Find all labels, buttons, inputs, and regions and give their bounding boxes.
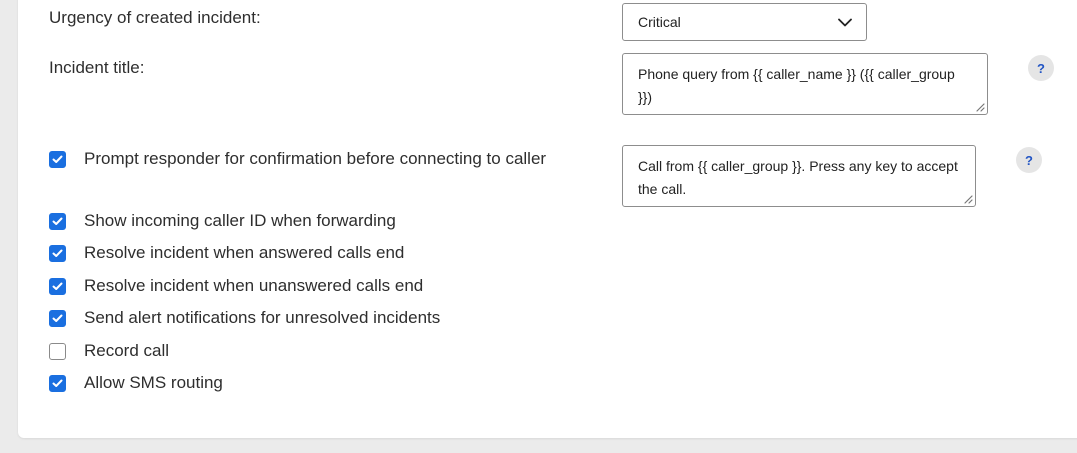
urgency-select-value: Critical <box>638 14 681 30</box>
incident-title-help-icon[interactable]: ? <box>1028 55 1054 81</box>
checkbox[interactable] <box>49 342 66 360</box>
checkbox-row-record-call[interactable]: Record call <box>49 341 169 361</box>
confirmation-message-text: Call from {{ caller_group }}. Press any … <box>638 158 958 197</box>
incident-title-input[interactable]: Phone query from {{ caller_name }} ({{ c… <box>622 53 988 115</box>
resize-grip-icon[interactable] <box>975 102 985 112</box>
checkbox[interactable] <box>49 150 66 168</box>
incident-title-text: Phone query from {{ caller_name }} ({{ c… <box>638 66 955 105</box>
checkbox-row-allow-sms[interactable]: Allow SMS routing <box>49 373 223 393</box>
checkbox-label: Show incoming caller ID when forwarding <box>84 211 396 230</box>
checkbox[interactable] <box>49 309 66 327</box>
urgency-label: Urgency of created incident: <box>49 8 261 27</box>
incident-title-label: Incident title: <box>49 58 145 77</box>
checkbox-label: Send alert notifications for unresolved … <box>84 308 441 327</box>
checkbox-row-resolve-unanswered[interactable]: Resolve incident when unanswered calls e… <box>49 276 423 296</box>
check-icon <box>52 249 63 257</box>
checkbox-row-show-caller-id[interactable]: Show incoming caller ID when forwarding <box>49 211 396 231</box>
check-icon <box>52 314 63 322</box>
confirmation-message-input[interactable]: Call from {{ caller_group }}. Press any … <box>622 145 976 207</box>
checkbox[interactable] <box>49 212 66 230</box>
checkbox-label: Prompt responder for confirmation before… <box>84 149 547 168</box>
resize-grip-icon[interactable] <box>963 194 973 204</box>
check-icon <box>52 155 63 163</box>
check-icon <box>52 282 63 290</box>
checkbox[interactable] <box>49 277 66 295</box>
checkbox[interactable] <box>49 244 66 262</box>
checkbox-row-resolve-answered[interactable]: Resolve incident when answered calls end <box>49 243 404 263</box>
urgency-select[interactable]: Critical <box>622 3 867 41</box>
check-icon <box>52 217 63 225</box>
checkbox-label: Record call <box>84 341 170 360</box>
checkbox-label: Allow SMS routing <box>84 373 223 392</box>
checkbox-row-send-alerts[interactable]: Send alert notifications for unresolved … <box>49 308 440 328</box>
confirmation-message-help-icon[interactable]: ? <box>1016 147 1042 173</box>
checkbox[interactable] <box>49 374 66 392</box>
chevron-down-icon <box>838 18 852 26</box>
check-icon <box>52 379 63 387</box>
checkbox-label: Resolve incident when unanswered calls e… <box>84 276 424 295</box>
checkbox-row-prompt-confirmation[interactable]: Prompt responder for confirmation before… <box>49 149 546 169</box>
checkbox-label: Resolve incident when answered calls end <box>84 243 405 262</box>
